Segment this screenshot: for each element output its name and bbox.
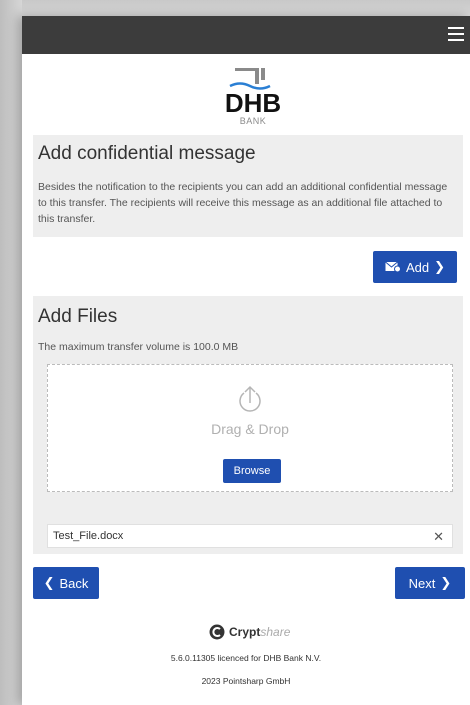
brand-main: Crypt <box>229 625 261 639</box>
chevron-right-icon: ❯ <box>440 575 452 590</box>
add-files-panel: Add Files The maximum transfer volume is… <box>33 296 463 554</box>
bank-logo: DHB BANK <box>218 62 288 130</box>
envelope-lock-icon <box>385 261 401 273</box>
drag-drop-label: Drag & Drop <box>211 421 289 437</box>
file-name: Test_File.docx <box>53 530 124 542</box>
file-list-item: Test_File.docx ✕ <box>47 524 453 548</box>
bank-logo-subtext: BANK <box>239 116 267 126</box>
chevron-right-icon: ❯ <box>434 259 446 274</box>
section-title-message: Add confidential message <box>38 143 256 164</box>
next-label: Next <box>408 575 436 591</box>
cryptshare-logo-icon <box>209 624 225 640</box>
copyright-text: 2023 Pointsharp GmbH <box>201 676 291 686</box>
chevron-left-icon: ❮ <box>43 575 55 590</box>
version-text: 5.6.0.11305 licenced for DHB Bank N.V. <box>170 653 322 663</box>
bank-logo-text: DHB <box>225 88 281 116</box>
remove-file-icon[interactable]: ✕ <box>433 529 444 545</box>
back-label: Back <box>59 575 89 591</box>
brand-suffix: share <box>260 625 291 639</box>
page: DHB BANK Add confidential message Beside… <box>22 16 470 705</box>
next-button[interactable]: Next ❯ <box>395 567 465 599</box>
top-bar <box>22 16 470 54</box>
section-title-files: Add Files <box>38 306 118 327</box>
transfer-limit-text: The maximum transfer volume is 100.0 MB <box>38 341 239 353</box>
menu-icon[interactable] <box>448 27 464 41</box>
browse-button[interactable]: Browse <box>223 459 281 483</box>
add-message-button[interactable]: Add ❯ <box>373 251 457 283</box>
cryptshare-brand: Cryptshare <box>229 625 290 639</box>
background-frame-left <box>0 0 22 705</box>
back-button[interactable]: ❮ Back <box>33 567 99 599</box>
upload-icon <box>239 385 261 412</box>
confidential-message-panel: Add confidential message Besides the not… <box>33 135 463 237</box>
add-message-label: Add <box>405 259 430 275</box>
message-description: Besides the notification to the recipien… <box>38 181 448 225</box>
file-dropzone[interactable]: Drag & Drop Browse <box>47 364 453 492</box>
cryptshare-logo: Cryptshare <box>209 624 290 640</box>
